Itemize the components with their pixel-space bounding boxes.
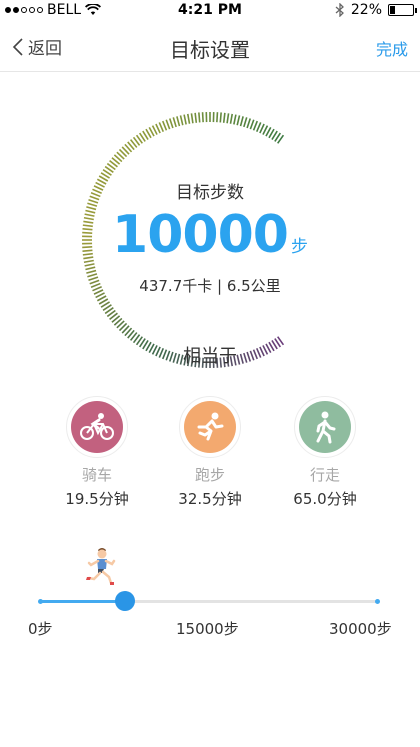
slider-end-dot [375,599,380,604]
gauge-tick [161,120,168,131]
activity-name: 跑步 [194,466,225,484]
gauge-tick [198,112,201,123]
activity-time: 19.5分钟 [65,490,129,508]
slider-thumb[interactable] [114,591,135,611]
gauge-tick [85,266,96,271]
gauge-tick [256,122,262,132]
gauge-tick [158,122,164,132]
gauge-tick [172,117,177,128]
gauge-tick [239,116,244,127]
slider-mid-label: 15000步 [176,620,239,638]
gauge-tick [222,112,226,123]
gauge-tick [233,114,237,125]
slider-min-label: 0步 [28,620,53,638]
gauge-tick [259,123,265,134]
gauge-tick [194,112,198,123]
activity-walking: 行走 65.0分钟 [265,396,385,509]
done-button[interactable]: 完成 [376,36,408,60]
goal-unit: 步 [290,237,308,257]
activity-name: 行走 [309,466,340,484]
status-bar: BELL 4:21 PM 22% [0,0,420,22]
goal-summary: 437.7千卡 | 6.5公里 [139,277,281,295]
activity-color-circle [299,401,351,453]
gauge-tick [249,119,255,130]
slider-fill [40,600,125,603]
walking-icon [316,411,336,444]
gauge-tick [183,114,187,125]
activity-name: 骑车 [81,466,112,484]
goal-label: 目标步数 [176,183,244,203]
gauge-tick [176,116,181,127]
step-goal-slider[interactable] [38,591,380,611]
activity-color-circle [71,401,123,453]
gauge-tick [216,112,219,123]
status-right: 22% [335,2,417,18]
gauge-tick [186,113,191,124]
gauge-tick [179,115,184,126]
gauge-tick [246,118,252,129]
gauge-tick [155,123,161,134]
slider-max-label: 30000步 [329,620,392,638]
activity-cycling: 骑车 19.5分钟 [37,396,157,509]
activity-running: 跑步 32.5分钟 [150,396,270,509]
battery-icon [388,4,417,16]
page-title: 目标设置 [170,38,250,62]
gauge-tick [165,119,171,130]
cycling-icon [80,413,114,440]
gauge-tick [219,112,222,123]
goal-steps: 10000 [112,205,289,265]
equivalent-title: 相当于 [183,346,237,367]
gauge-tick [190,113,194,124]
gauge-tick [252,120,259,131]
gauge-tick [201,112,204,123]
activity-time: 65.0分钟 [293,490,357,508]
bluetooth-icon [335,3,344,17]
gauge-tick [168,118,174,129]
activity-time: 32.5分钟 [178,490,242,508]
running-icon [197,412,224,441]
battery-percent: 22% [350,2,382,18]
gauge-tick [229,113,234,124]
gauge-tick [243,117,248,128]
nav-bar: 返回 目标设置 完成 [0,22,420,72]
gauge-tick [86,269,97,274]
goal-value: 10000 步 [0,205,420,265]
runner-icon [86,548,116,585]
activity-color-circle [184,401,236,453]
gauge-tick [226,113,230,124]
gauge-tick [236,115,241,126]
battery-level [390,6,395,14]
